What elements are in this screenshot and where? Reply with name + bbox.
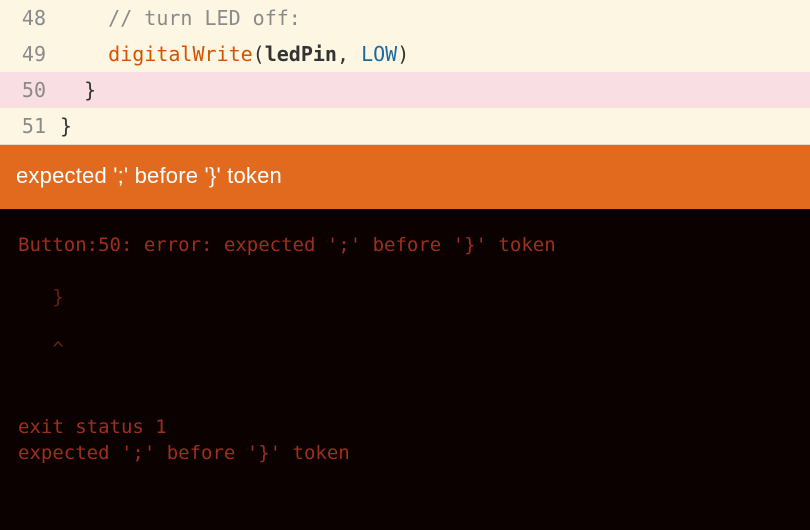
line-number: 49 xyxy=(0,42,60,66)
code-token: } xyxy=(84,78,96,102)
code-token: digitalWrite xyxy=(108,42,253,66)
code-token: LOW xyxy=(361,42,397,66)
console-blank-line xyxy=(18,389,792,415)
code-content[interactable]: } xyxy=(60,78,810,102)
console-line: } xyxy=(18,285,792,311)
console-output[interactable]: Button:50: error: expected ';' before '}… xyxy=(0,209,810,530)
console-line: Button:50: error: expected ';' before '}… xyxy=(18,233,792,259)
code-content[interactable]: } xyxy=(60,114,810,138)
code-token: } xyxy=(60,114,72,138)
code-token: ) xyxy=(397,42,409,66)
code-editor[interactable]: 48 // turn LED off:49 digitalWrite(ledPi… xyxy=(0,0,810,145)
error-banner: expected ';' before '}' token xyxy=(0,145,810,209)
console-line: expected ';' before '}' token xyxy=(18,441,792,467)
error-banner-message: expected ';' before '}' token xyxy=(16,163,282,188)
code-token: ledPin xyxy=(265,42,337,66)
code-line[interactable]: 49 digitalWrite(ledPin, LOW) xyxy=(0,36,810,72)
code-content[interactable]: digitalWrite(ledPin, LOW) xyxy=(60,42,810,66)
code-token: // turn LED off: xyxy=(108,6,301,30)
console-line: ^ xyxy=(18,337,792,363)
code-token: , xyxy=(337,42,361,66)
line-number: 48 xyxy=(0,6,60,30)
console-line: exit status 1 xyxy=(18,415,792,441)
console-blank-line xyxy=(18,363,792,389)
line-number: 50 xyxy=(0,78,60,102)
code-content[interactable]: // turn LED off: xyxy=(60,6,810,30)
line-number: 51 xyxy=(0,114,60,138)
console-blank-line xyxy=(18,311,792,337)
console-blank-line xyxy=(18,259,792,285)
code-token: ( xyxy=(253,42,265,66)
code-line[interactable]: 50 } xyxy=(0,72,810,108)
code-line[interactable]: 51} xyxy=(0,108,810,144)
code-line[interactable]: 48 // turn LED off: xyxy=(0,0,810,36)
